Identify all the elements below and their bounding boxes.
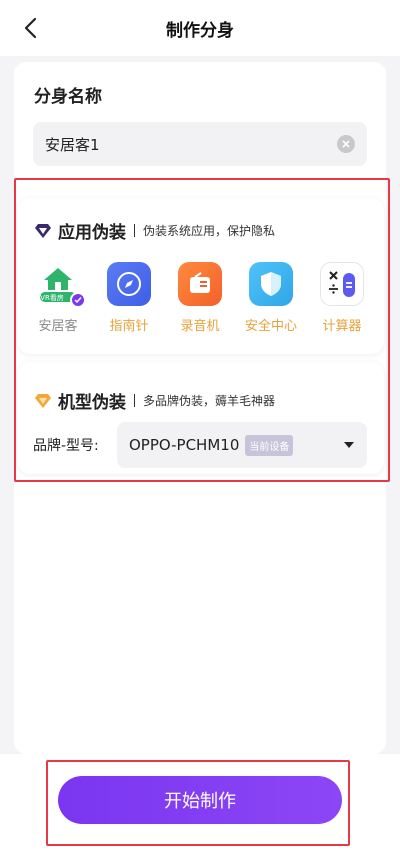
recorder-app-icon	[178, 262, 222, 306]
clone-name-field[interactable]	[33, 122, 367, 166]
device-disguise-title: 机型伪装	[58, 393, 126, 413]
compass-icon	[117, 272, 141, 296]
dropdown-arrow-icon	[344, 442, 354, 448]
app-badge-text: VR看房	[40, 293, 64, 302]
compass-app-icon	[107, 262, 151, 306]
brand-model-row: 品牌-型号: OPPO-PCHM10 当前设备	[33, 422, 367, 468]
app-option-anjuke[interactable]: VR看房 安居客	[30, 262, 86, 334]
diamond-icon	[35, 223, 51, 238]
app-disguise-header: 应用伪装 伪装系统应用，保护隐私	[34, 218, 275, 243]
app-label: 安居客	[38, 319, 78, 334]
app-option-calculator[interactable]: 计算器	[314, 262, 370, 334]
clone-name-input[interactable]	[45, 135, 337, 153]
shield-icon	[261, 272, 281, 296]
selected-check-icon	[70, 292, 86, 308]
app-list: VR看房 安居客 指南针 录音机 安全中心 计算器	[30, 262, 370, 334]
recorder-icon	[190, 272, 210, 293]
close-icon	[342, 140, 350, 148]
device-disguise-header: 机型伪装 多品牌伪装，薅羊毛神器	[34, 388, 275, 413]
top-bar: 制作分身	[0, 0, 400, 56]
page-title: 制作分身	[166, 21, 234, 41]
app-label: 录音机	[180, 319, 220, 334]
brand-model-label: 品牌-型号:	[33, 438, 99, 454]
security-app-icon	[249, 262, 293, 306]
app-option-compass[interactable]: 指南针	[101, 262, 157, 334]
start-create-button[interactable]: 开始制作	[58, 776, 342, 824]
clear-button[interactable]	[337, 135, 355, 153]
divider	[134, 224, 135, 237]
app-option-security-center[interactable]: 安全中心	[243, 262, 299, 334]
app-label: 计算器	[322, 319, 362, 334]
brand-model-select[interactable]: OPPO-PCHM10 当前设备	[117, 422, 367, 468]
app-disguise-subtitle: 伪装系统应用，保护隐私	[143, 224, 276, 238]
app-disguise-title: 应用伪装	[58, 223, 126, 243]
gold-diamond-icon	[35, 393, 51, 408]
clone-name-label: 分身名称	[34, 87, 102, 107]
device-disguise-subtitle: 多品牌伪装，薅羊毛神器	[143, 394, 276, 408]
divider	[134, 394, 135, 407]
calculator-app-icon	[320, 262, 364, 306]
app-label: 安全中心	[244, 319, 297, 334]
app-label: 指南针	[109, 319, 149, 334]
current-device-badge: 当前设备	[245, 434, 294, 456]
anjuke-app-icon: VR看房	[36, 262, 86, 308]
brand-model-value: OPPO-PCHM10	[129, 436, 240, 454]
calculator-icon	[329, 271, 355, 297]
app-option-recorder[interactable]: 录音机	[172, 262, 228, 334]
